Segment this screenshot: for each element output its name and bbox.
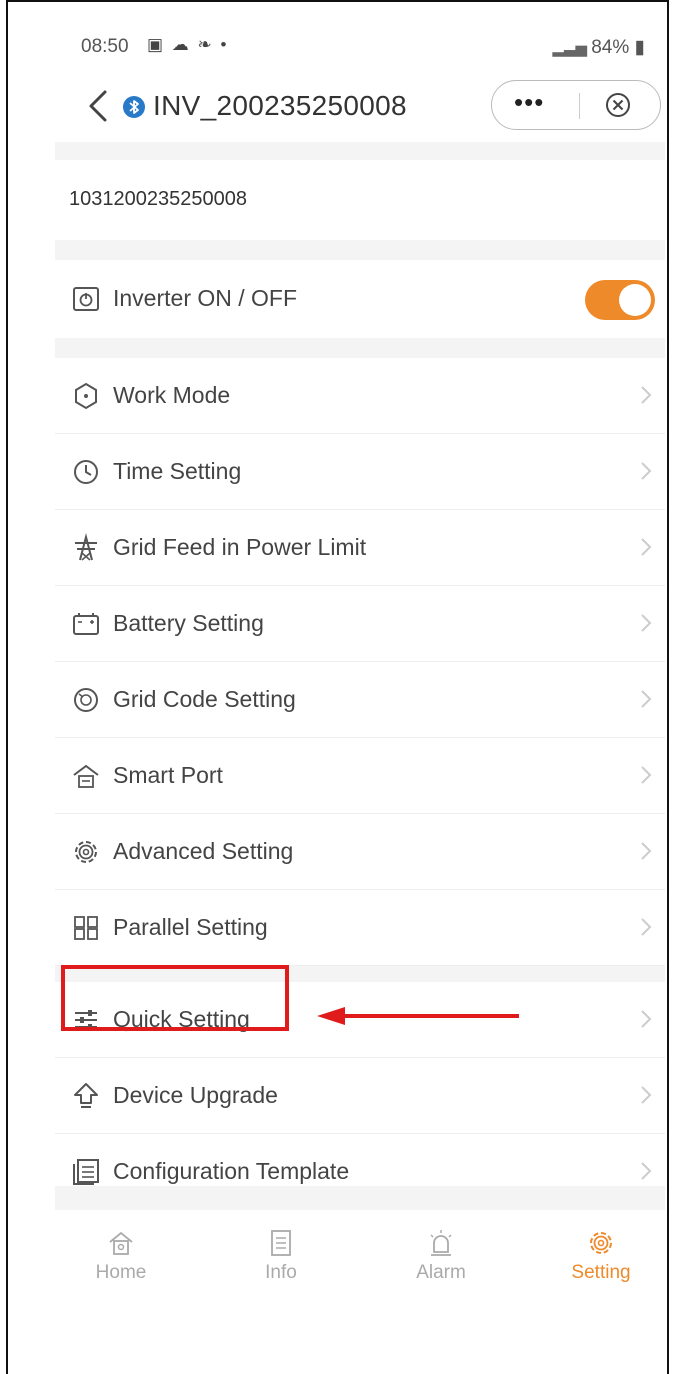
- menu-item-label: Configuration Template: [113, 1158, 350, 1184]
- tab-label: Info: [265, 1262, 297, 1283]
- menu-item-label: Smart Port: [113, 762, 223, 788]
- inverter-toggle-row: Inverter ON / OFF: [55, 260, 665, 338]
- tab-home[interactable]: Home: [61, 1210, 181, 1284]
- home-icon: [109, 1231, 133, 1255]
- toggle-knob: [619, 284, 651, 316]
- menu-item-label: Grid Feed in Power Limit: [113, 534, 367, 560]
- capsule-divider: [579, 93, 580, 119]
- tab-setting[interactable]: Setting: [541, 1210, 661, 1284]
- menu-item-label: Parallel Setting: [113, 914, 268, 940]
- annotation-highlight-box: [61, 965, 289, 1031]
- chevron-right-icon: [641, 842, 652, 860]
- template-icon: [73, 1159, 99, 1185]
- close-circle-icon[interactable]: [604, 91, 632, 119]
- battery-percent: 84%: [591, 37, 630, 58]
- alarm-icon: [430, 1230, 452, 1256]
- bottom-tab-bar: Home Info Alarm Setting: [55, 1210, 665, 1305]
- smart-port-icon: [73, 764, 99, 788]
- section-gap: [55, 240, 665, 260]
- device-serial: 1031200235250008: [69, 188, 247, 210]
- chevron-right-icon: [641, 690, 652, 708]
- status-icons: ▣ ☁ ❧ •: [147, 35, 229, 54]
- menu-item-smart-port[interactable]: Smart Port: [55, 738, 665, 814]
- tab-label: Alarm: [416, 1262, 466, 1283]
- section-gap: [55, 1186, 665, 1210]
- status-bar: 08:50 ▣ ☁ ❧ • ▂▃▅ 84% ▮: [55, 20, 665, 70]
- gear-icon: [75, 841, 97, 863]
- signal-icon: ▂▃▅: [552, 40, 592, 57]
- chevron-right-icon: [641, 462, 652, 480]
- menu-item-label: Device Upgrade: [113, 1082, 278, 1108]
- parallel-icon: [74, 916, 98, 940]
- menu-item-label: Battery Setting: [113, 610, 264, 636]
- menu-item-label: Time Setting: [113, 458, 242, 484]
- menu-item-grid-feed-limit[interactable]: Grid Feed in Power Limit: [55, 510, 665, 586]
- chevron-right-icon: [641, 918, 652, 936]
- power-box-icon: [73, 287, 99, 311]
- menu-item-device-upgrade[interactable]: Device Upgrade: [55, 1058, 665, 1134]
- section-gap: [55, 142, 665, 160]
- device-serial-row: 1031200235250008: [55, 160, 665, 240]
- settings-menu: Work Mode Time Setting Grid Feed in Powe…: [55, 358, 665, 966]
- menu-item-parallel-setting[interactable]: Parallel Setting: [55, 890, 665, 966]
- mini-program-capsule: •••: [491, 80, 661, 130]
- nav-bar: INV_200235250008 •••: [55, 70, 665, 142]
- more-button[interactable]: •••: [514, 87, 544, 118]
- battery-icon: ▮: [629, 37, 645, 58]
- battery-level: ▂▃▅ 84% ▮: [552, 36, 645, 59]
- work-mode-icon: [75, 382, 97, 410]
- inverter-toggle-label: Inverter ON / OFF: [113, 285, 298, 311]
- status-time: 08:50: [81, 36, 129, 57]
- bluetooth-icon: [123, 96, 145, 118]
- chevron-right-icon: [641, 386, 652, 404]
- battery-icon: [73, 613, 99, 635]
- tab-alarm[interactable]: Alarm: [381, 1210, 501, 1284]
- menu-item-label: Advanced Setting: [113, 838, 294, 864]
- page-title: INV_200235250008: [153, 90, 407, 121]
- section-gap: [55, 338, 665, 358]
- power-tower-icon: [75, 533, 97, 561]
- chevron-right-icon: [641, 766, 652, 784]
- menu-item-advanced-setting[interactable]: Advanced Setting: [55, 814, 665, 890]
- chevron-left-icon[interactable]: [79, 86, 119, 126]
- inverter-toggle-switch[interactable]: [585, 280, 655, 320]
- menu-item-label: Work Mode: [113, 382, 231, 408]
- menu-item-time-setting[interactable]: Time Setting: [55, 434, 665, 510]
- menu-item-label: Grid Code Setting: [113, 686, 296, 712]
- menu-item-battery-setting[interactable]: Battery Setting: [55, 586, 665, 662]
- annotation-arrow-icon: [317, 1007, 519, 1025]
- grid-code-icon: [74, 688, 98, 712]
- chevron-right-icon: [641, 1010, 652, 1028]
- menu-item-grid-code-setting[interactable]: Grid Code Setting: [55, 662, 665, 738]
- upgrade-icon: [74, 1083, 98, 1108]
- app-screen: 08:50 ▣ ☁ ❧ • ▂▃▅ 84% ▮ INV_200235250008…: [55, 20, 665, 1320]
- chevron-right-icon: [641, 538, 652, 556]
- menu-item-work-mode[interactable]: Work Mode: [55, 358, 665, 434]
- chevron-right-icon: [641, 1086, 652, 1104]
- chevron-right-icon: [641, 1162, 652, 1180]
- chevron-right-icon: [641, 614, 652, 632]
- tab-label: Setting: [571, 1262, 631, 1283]
- info-doc-icon: [271, 1230, 291, 1256]
- tab-label: Home: [95, 1262, 147, 1283]
- clock-icon: [74, 460, 98, 484]
- tab-info[interactable]: Info: [221, 1210, 341, 1284]
- gear-icon: [590, 1232, 612, 1254]
